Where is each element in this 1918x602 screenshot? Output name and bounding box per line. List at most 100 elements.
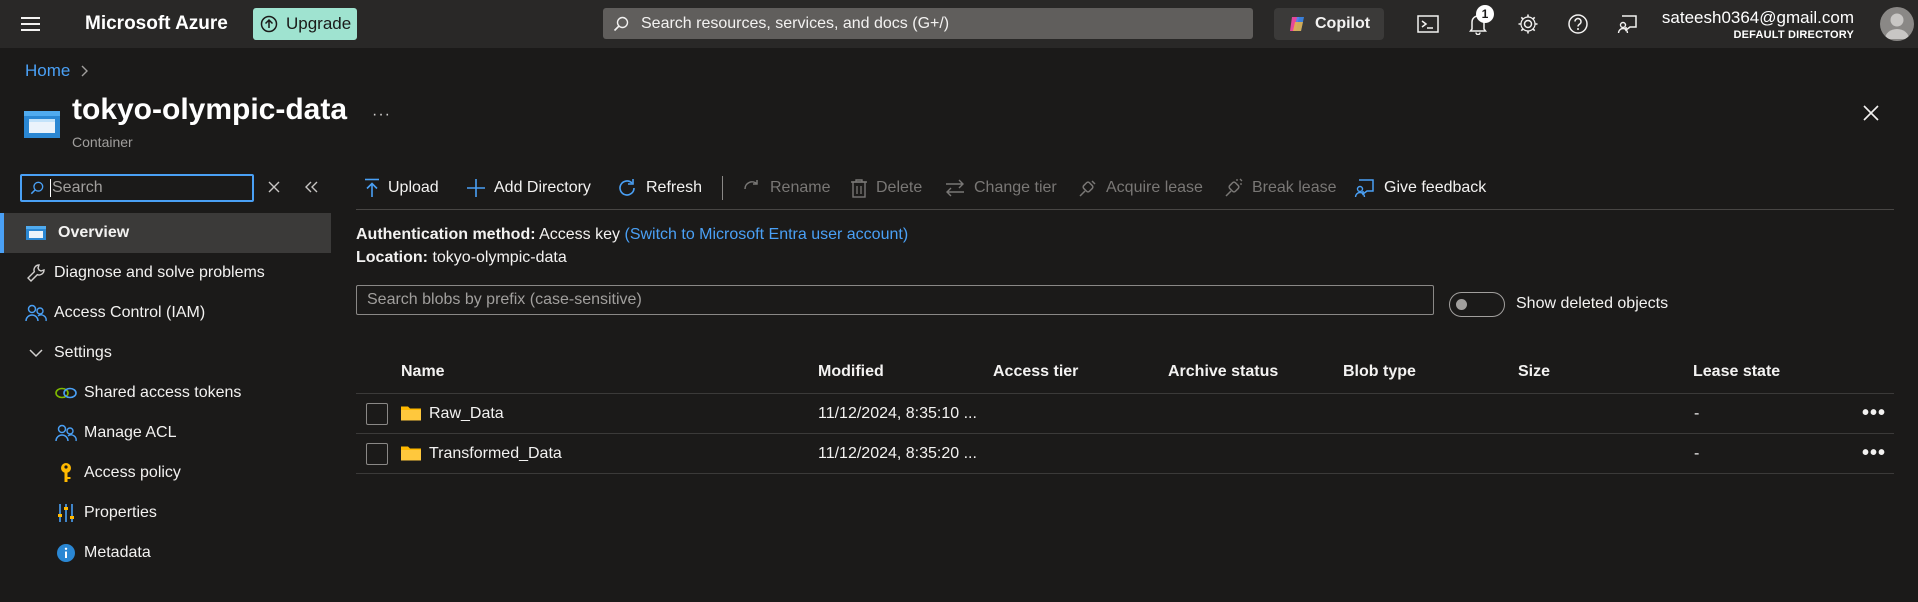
feedback-icon[interactable]: [1616, 12, 1640, 36]
sidebar-search-input[interactable]: Search: [20, 174, 254, 202]
swap-arrows-icon: [944, 178, 966, 198]
break-lease-button[interactable]: Break lease: [1224, 176, 1337, 200]
break-lease-label: Break lease: [1252, 179, 1337, 196]
show-deleted-toggle[interactable]: [1449, 292, 1505, 317]
sidebar-item-label: Metadata: [84, 544, 151, 561]
auth-method-value: Access key: [539, 226, 621, 243]
row-checkbox[interactable]: [366, 443, 388, 465]
sidebar-item-access-control[interactable]: Access Control (IAM): [0, 293, 331, 333]
sidebar-item-properties[interactable]: Properties: [0, 493, 331, 533]
column-header-modified[interactable]: Modified: [818, 363, 884, 381]
sidebar-search-placeholder: Search: [50, 179, 103, 197]
add-directory-button[interactable]: Add Directory: [466, 176, 591, 200]
close-icon[interactable]: [1862, 104, 1880, 122]
row-modified: 11/12/2024, 8:35:10 ...: [818, 405, 977, 422]
toolbar-divider: [722, 176, 723, 200]
delete-button[interactable]: Delete: [850, 176, 922, 200]
acquire-lease-button[interactable]: Acquire lease: [1078, 176, 1203, 200]
give-feedback-button[interactable]: Give feedback: [1354, 176, 1486, 200]
people-icon: [54, 421, 78, 445]
row-lease-state: -: [1694, 445, 1700, 462]
location-label: Location:: [356, 249, 428, 266]
column-header-name[interactable]: Name: [401, 363, 445, 381]
auth-method-label: Authentication method:: [356, 226, 536, 243]
column-header-blob-type[interactable]: Blob type: [1343, 363, 1416, 381]
upload-label: Upload: [388, 179, 439, 196]
row-checkbox[interactable]: [366, 403, 388, 425]
refresh-label: Refresh: [646, 179, 703, 196]
acquire-lease-label: Acquire lease: [1106, 179, 1203, 196]
sidebar-item-access-policy[interactable]: Access policy: [0, 453, 331, 493]
sidebar-item-metadata[interactable]: Metadata: [0, 533, 331, 573]
switch-auth-link[interactable]: (Switch to Microsoft Entra user account): [624, 226, 908, 243]
storage-container-icon: [24, 108, 60, 140]
copilot-button[interactable]: Copilot: [1274, 8, 1384, 40]
sidebar-item-label: Properties: [84, 504, 157, 521]
page-subtitle: Container: [72, 134, 133, 150]
row-name-link[interactable]: Raw_Data: [429, 405, 504, 423]
column-header-size[interactable]: Size: [1518, 363, 1550, 381]
refresh-icon: [616, 177, 638, 199]
settings-gear-icon[interactable]: [1516, 12, 1540, 36]
top-bar: Microsoft Azure Upgrade Search resources…: [0, 0, 1918, 48]
page-title: tokyo-olympic-data: [72, 93, 348, 126]
rename-button[interactable]: Rename: [742, 176, 830, 200]
upgrade-arrow-icon: [260, 15, 278, 33]
avatar[interactable]: [1880, 7, 1914, 41]
row-more-button[interactable]: •••: [1862, 442, 1886, 465]
table-row[interactable]: [356, 434, 1894, 473]
breadcrumb-chevron-icon: [80, 65, 90, 77]
blob-search-placeholder: Search blobs by prefix (case-sensitive): [367, 291, 642, 308]
upload-icon: [364, 178, 380, 198]
sidebar-search-icon: [30, 181, 44, 195]
row-lease-state: -: [1694, 405, 1700, 422]
upgrade-button[interactable]: Upgrade: [253, 8, 357, 40]
change-tier-button[interactable]: Change tier: [944, 176, 1057, 200]
global-search-input[interactable]: Search resources, services, and docs (G+…: [603, 8, 1253, 39]
user-email[interactable]: sateesh0364@gmail.com: [1662, 8, 1854, 28]
location-value: tokyo-olympic-data: [432, 249, 567, 266]
sidebar-item-settings[interactable]: Settings: [0, 333, 331, 373]
sliders-icon: [54, 501, 78, 525]
plus-icon: [466, 178, 486, 198]
toggle-knob: [1456, 299, 1467, 310]
add-directory-label: Add Directory: [494, 179, 591, 196]
upload-button[interactable]: Upload: [364, 176, 439, 200]
blob-prefix-search-input[interactable]: Search blobs by prefix (case-sensitive): [356, 285, 1434, 315]
help-icon[interactable]: [1566, 12, 1590, 36]
copilot-label: Copilot: [1315, 15, 1371, 32]
cloud-shell-icon[interactable]: [1416, 12, 1440, 36]
refresh-button[interactable]: Refresh: [616, 176, 702, 200]
wrench-icon: [24, 261, 48, 285]
column-header-archive-status[interactable]: Archive status: [1168, 363, 1278, 381]
auth-method-row: Authentication method: Access key (Switc…: [356, 226, 908, 244]
delete-label: Delete: [876, 179, 923, 196]
rename-label: Rename: [770, 179, 831, 196]
header-more-button[interactable]: ···: [372, 106, 391, 124]
clear-search-icon[interactable]: [268, 181, 280, 193]
column-header-access-tier[interactable]: Access tier: [993, 363, 1078, 381]
table-row[interactable]: [356, 394, 1894, 433]
row-modified: 11/12/2024, 8:35:20 ...: [818, 445, 977, 462]
brand-title[interactable]: Microsoft Azure: [85, 13, 228, 35]
row-name-link[interactable]: Transformed_Data: [429, 445, 562, 463]
sidebar-item-shared-access-tokens[interactable]: Shared access tokens: [0, 373, 331, 413]
user-directory[interactable]: DEFAULT DIRECTORY: [1733, 29, 1854, 41]
info-icon: [54, 541, 78, 565]
key-icon: [54, 461, 78, 485]
folder-icon: [401, 405, 421, 421]
sidebar-item-label: Manage ACL: [84, 424, 177, 441]
chevron-down-icon: [24, 341, 48, 365]
notification-badge: 1: [1476, 5, 1494, 23]
column-header-lease-state[interactable]: Lease state: [1693, 363, 1780, 381]
collapse-sidebar-icon[interactable]: [304, 181, 318, 193]
breadcrumb-home-link[interactable]: Home: [25, 61, 70, 81]
row-more-button[interactable]: •••: [1862, 402, 1886, 425]
give-feedback-label: Give feedback: [1384, 179, 1487, 196]
sidebar-item-diagnose[interactable]: Diagnose and solve problems: [0, 253, 331, 293]
show-deleted-label: Show deleted objects: [1516, 295, 1669, 312]
sidebar-item-label: Shared access tokens: [84, 384, 242, 401]
hamburger-menu-icon[interactable]: [20, 14, 42, 34]
sidebar-item-overview[interactable]: Overview: [0, 213, 331, 253]
sidebar-item-manage-acl[interactable]: Manage ACL: [0, 413, 331, 453]
